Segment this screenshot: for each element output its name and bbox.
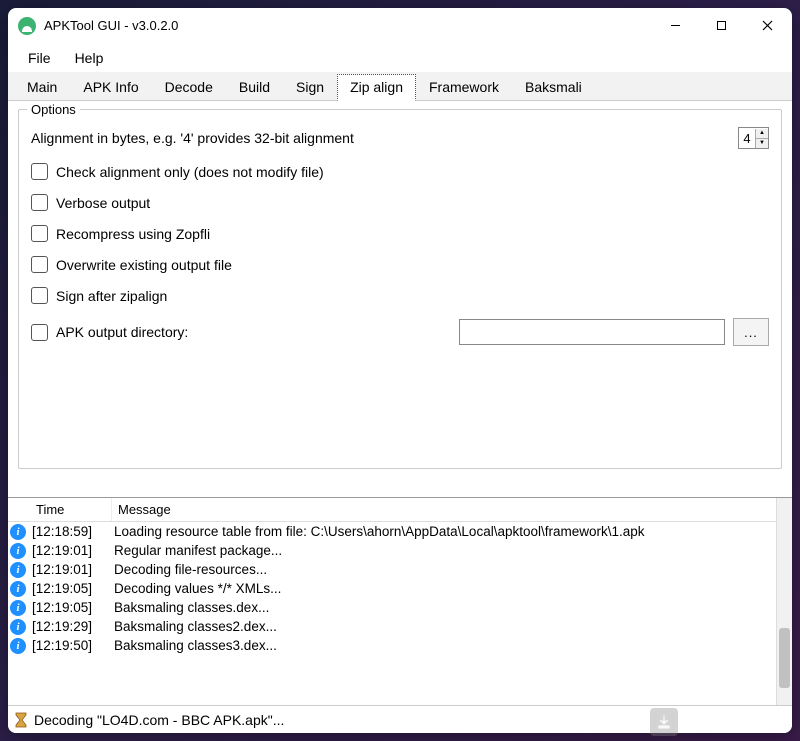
window-controls (652, 10, 790, 42)
close-icon (762, 20, 773, 31)
log-time: [12:19:50] (30, 637, 112, 654)
info-icon: i (10, 600, 26, 616)
log-time: [12:19:01] (30, 561, 112, 578)
alignment-label: Alignment in bytes, e.g. '4' provides 32… (31, 130, 738, 146)
log-time: [12:19:05] (30, 580, 112, 597)
alignment-value[interactable]: 4 (739, 131, 755, 146)
info-icon: i (10, 581, 26, 597)
tab-framework[interactable]: Framework (416, 74, 512, 100)
window-title: APKTool GUI - v3.0.2.0 (44, 18, 178, 33)
maximize-icon (716, 20, 727, 31)
minimize-button[interactable] (652, 10, 698, 42)
tab-decode[interactable]: Decode (152, 74, 226, 100)
info-icon: i (10, 543, 26, 559)
statusbar: Decoding "LO4D.com - BBC APK.apk"... (8, 705, 792, 733)
output-dir-checkbox[interactable] (31, 324, 48, 341)
log-row[interactable]: i[12:19:05]Decoding values */* XMLs... (8, 579, 792, 598)
menu-file[interactable]: File (18, 46, 61, 70)
output-dir-label: APK output directory: (56, 324, 188, 340)
tab-baksmali[interactable]: Baksmali (512, 74, 595, 100)
tab-sign[interactable]: Sign (283, 74, 337, 100)
info-icon: i (10, 562, 26, 578)
menu-help[interactable]: Help (65, 46, 114, 70)
info-icon: i (10, 524, 26, 540)
status-text: Decoding "LO4D.com - BBC APK.apk"... (34, 712, 284, 728)
log-time: [12:19:29] (30, 618, 112, 635)
app-window: APKTool GUI - v3.0.2.0 File Help Main AP… (8, 8, 792, 733)
hourglass-icon (14, 712, 28, 728)
spinner-down-icon[interactable]: ▼ (756, 139, 768, 148)
log-body: i[12:18:59]Loading resource table from f… (8, 522, 792, 705)
log-time: [12:18:59] (30, 523, 112, 540)
overwrite-checkbox[interactable] (31, 256, 48, 273)
log-message: Decoding file-resources... (112, 561, 792, 578)
scrollbar-thumb[interactable] (779, 628, 790, 688)
log-message: Baksmaling classes2.dex... (112, 618, 792, 635)
output-dir-input[interactable] (459, 319, 725, 345)
log-col-time[interactable]: Time (30, 498, 112, 521)
recompress-label: Recompress using Zopfli (56, 226, 210, 242)
tab-main[interactable]: Main (14, 74, 70, 100)
spinner-up-icon[interactable]: ▲ (756, 129, 768, 139)
menubar: File Help (8, 44, 792, 72)
log-message: Regular manifest package... (112, 542, 792, 559)
options-legend: Options (27, 102, 80, 117)
overwrite-label: Overwrite existing output file (56, 257, 232, 273)
alignment-spinner[interactable]: 4 ▲ ▼ (738, 127, 769, 149)
tab-apk-info[interactable]: APK Info (70, 74, 151, 100)
log-scrollbar[interactable] (776, 498, 792, 705)
log-row[interactable]: i[12:19:01]Regular manifest package... (8, 541, 792, 560)
log-message: Decoding values */* XMLs... (112, 580, 792, 597)
log-row[interactable]: i[12:19:05]Baksmaling classes.dex... (8, 598, 792, 617)
titlebar: APKTool GUI - v3.0.2.0 (8, 8, 792, 44)
options-group: Options Alignment in bytes, e.g. '4' pro… (18, 109, 782, 469)
maximize-button[interactable] (698, 10, 744, 42)
log-time: [12:19:01] (30, 542, 112, 559)
log-row[interactable]: i[12:19:50]Baksmaling classes3.dex... (8, 636, 792, 655)
sign-after-label: Sign after zipalign (56, 288, 167, 304)
tabbar: Main APK Info Decode Build Sign Zip alig… (8, 72, 792, 101)
info-icon: i (10, 619, 26, 635)
app-icon (18, 17, 36, 35)
check-only-label: Check alignment only (does not modify fi… (56, 164, 324, 180)
verbose-label: Verbose output (56, 195, 150, 211)
browse-button[interactable]: ... (733, 318, 769, 346)
content-panel: Options Alignment in bytes, e.g. '4' pro… (8, 101, 792, 479)
minimize-icon (670, 20, 681, 31)
log-message: Baksmaling classes.dex... (112, 599, 792, 616)
verbose-checkbox[interactable] (31, 194, 48, 211)
log-row[interactable]: i[12:19:01]Decoding file-resources... (8, 560, 792, 579)
tab-zip-align[interactable]: Zip align (337, 74, 416, 101)
log-header: Time Message (8, 498, 792, 522)
log-time: [12:19:05] (30, 599, 112, 616)
log-panel: Time Message i[12:18:59]Loading resource… (8, 497, 792, 705)
check-only-checkbox[interactable] (31, 163, 48, 180)
info-icon: i (10, 638, 26, 654)
sign-after-checkbox[interactable] (31, 287, 48, 304)
recompress-checkbox[interactable] (31, 225, 48, 242)
log-message: Loading resource table from file: C:\Use… (112, 523, 792, 540)
log-message: Baksmaling classes3.dex... (112, 637, 792, 654)
log-col-message[interactable]: Message (112, 498, 792, 521)
tab-build[interactable]: Build (226, 74, 283, 100)
log-row[interactable]: i[12:19:29]Baksmaling classes2.dex... (8, 617, 792, 636)
close-button[interactable] (744, 10, 790, 42)
log-row[interactable]: i[12:18:59]Loading resource table from f… (8, 522, 792, 541)
